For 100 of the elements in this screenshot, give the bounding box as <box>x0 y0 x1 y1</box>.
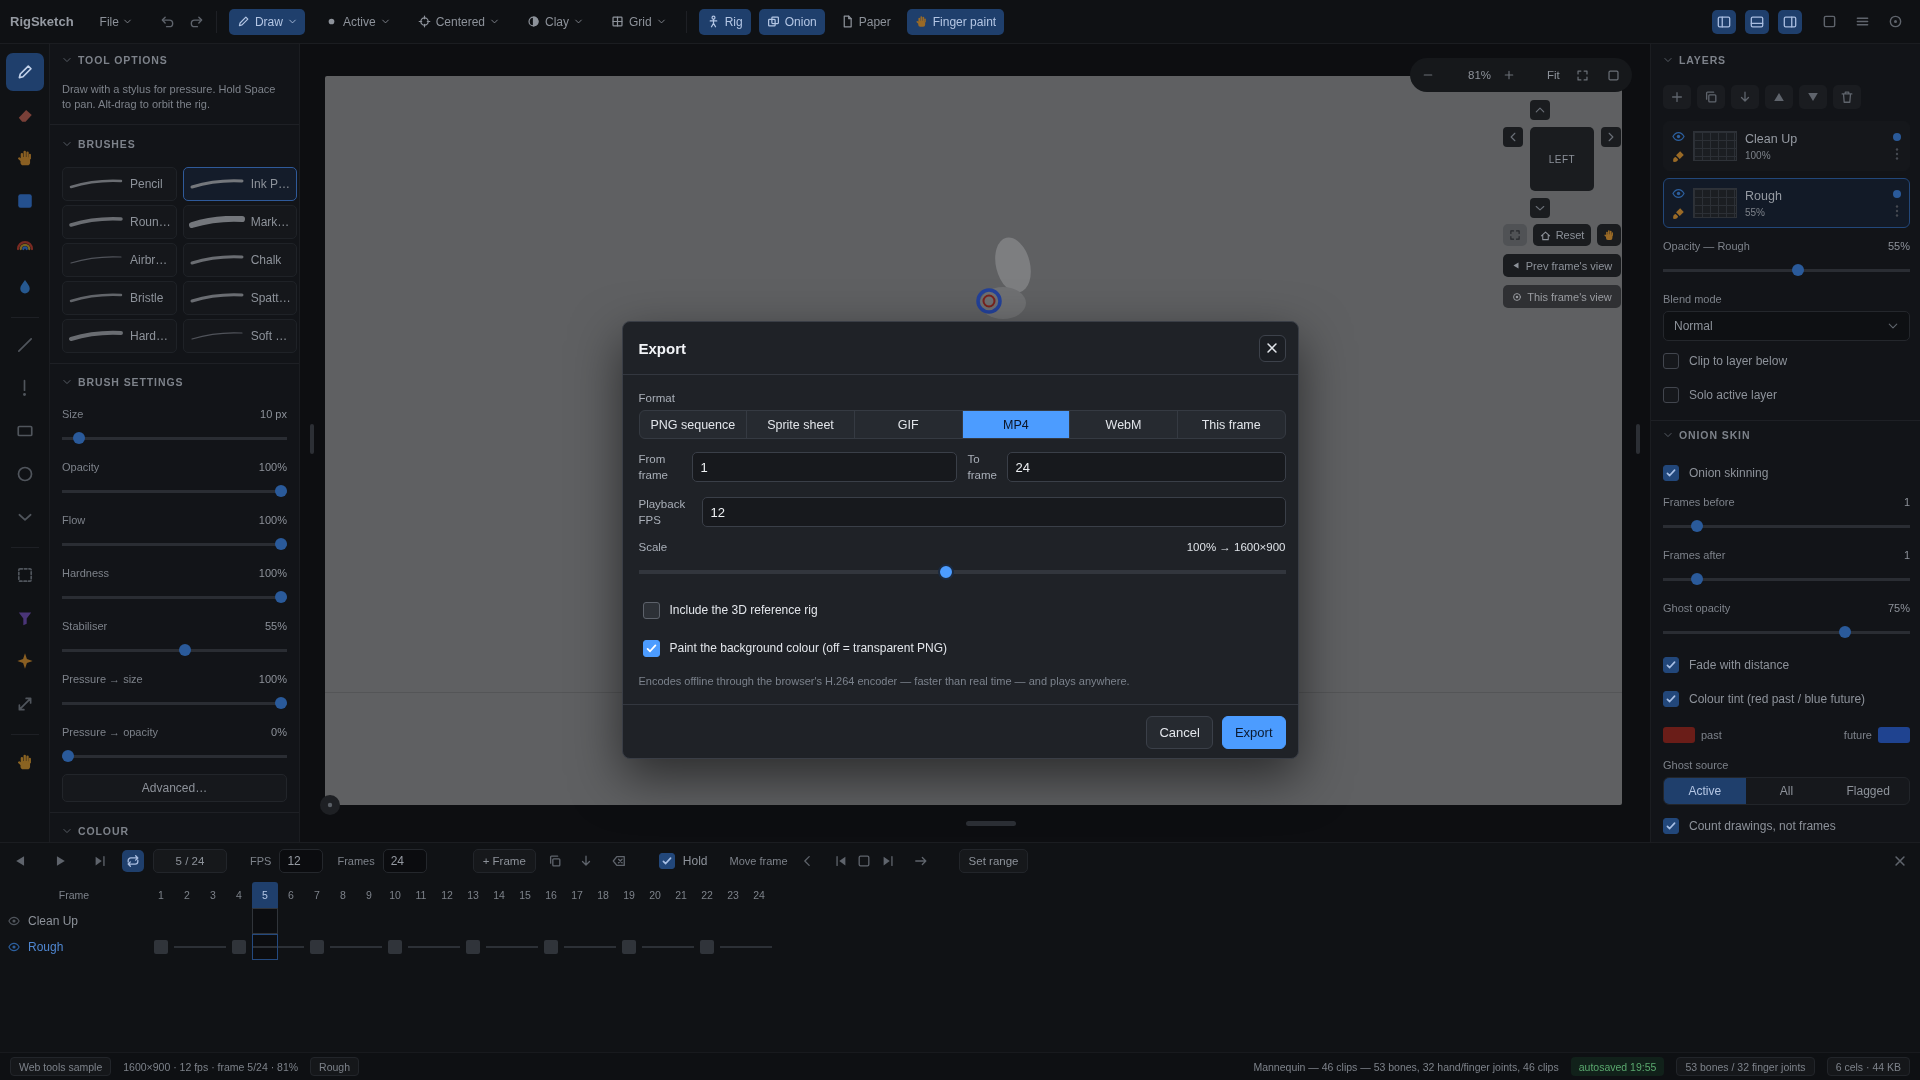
checkbox[interactable] <box>1663 387 1679 403</box>
brush-tile[interactable]: Chalk <box>182 243 297 277</box>
frame-number[interactable]: 6 <box>278 882 304 908</box>
view-button[interactable] <box>1502 224 1527 246</box>
frame-number[interactable]: 4 <box>226 882 252 908</box>
checkbox-label[interactable]: Solo active layer <box>1689 388 1778 402</box>
caret-icon[interactable] <box>1663 55 1673 65</box>
secondary-button[interactable]: Cancel <box>1146 716 1213 749</box>
caret-icon[interactable] <box>62 826 72 836</box>
backspace-icon[interactable] <box>611 854 626 868</box>
brush-tile[interactable]: Airbr… <box>62 243 177 277</box>
view-cube[interactable]: LEFT <box>1530 127 1594 191</box>
tool-button[interactable] <box>5 53 44 91</box>
eye-icon[interactable] <box>8 915 20 927</box>
frame-number[interactable]: 11 <box>408 882 434 908</box>
slider-thumb[interactable] <box>62 750 74 762</box>
brush-tile[interactable]: Bristle <box>62 281 177 315</box>
brush-tile[interactable]: Mark… <box>182 205 297 239</box>
checkbox[interactable] <box>642 639 660 657</box>
checkbox[interactable] <box>1663 657 1679 673</box>
frame-number[interactable]: 5 <box>252 882 278 908</box>
frame-number[interactable]: 9 <box>356 882 382 908</box>
segment-button[interactable]: Flagged <box>1827 778 1909 804</box>
layer-row[interactable]: Rough 55% <box>1663 178 1910 228</box>
colour-swatch[interactable] <box>1663 727 1695 743</box>
frame-number[interactable]: 16 <box>538 882 564 908</box>
view-arrow-button[interactable] <box>1530 198 1550 218</box>
slider-thumb[interactable] <box>179 644 192 656</box>
frame-number[interactable]: 18 <box>590 882 616 908</box>
set-range-button[interactable]: Set range <box>958 849 1029 873</box>
view-button[interactable] <box>1597 224 1622 246</box>
view-arrow-button[interactable] <box>1503 127 1523 147</box>
track-name[interactable]: Clean Up <box>28 914 79 928</box>
colour-swatch[interactable] <box>1878 727 1910 743</box>
caret-icon[interactable] <box>62 377 72 387</box>
format-tab[interactable]: MP4 <box>961 411 1070 438</box>
slider-thumb[interactable] <box>72 432 85 444</box>
loop-button[interactable] <box>122 850 144 872</box>
format-tab[interactable]: This frame <box>1176 411 1285 438</box>
toolbar-dropdown[interactable]: Draw <box>228 8 305 35</box>
toolbar-dropdown[interactable]: Active <box>316 8 398 35</box>
resize-handle[interactable] <box>966 821 1016 826</box>
checkbox-label[interactable]: Hold <box>682 854 708 868</box>
fps-field[interactable]: 12 <box>279 849 324 873</box>
slider-thumb[interactable] <box>1691 520 1704 532</box>
checkbox[interactable] <box>1663 465 1679 481</box>
format-tab[interactable]: PNG sequence <box>639 411 747 438</box>
square-icon[interactable] <box>1822 14 1837 29</box>
layer-toolbar-button[interactable] <box>1765 85 1793 109</box>
arrow-right-icon[interactable] <box>913 854 928 868</box>
panel-toggle-button[interactable] <box>1745 9 1769 34</box>
slider-thumb[interactable] <box>275 485 287 497</box>
frame-number[interactable]: 2 <box>174 882 200 908</box>
layer-toolbar-button[interactable] <box>1697 85 1725 109</box>
close-icon[interactable] <box>1893 854 1907 868</box>
square-icon[interactable] <box>1606 68 1620 82</box>
track-name[interactable]: Rough <box>28 940 64 954</box>
panel-toggle-button[interactable] <box>1712 9 1736 34</box>
frame-number[interactable]: 8 <box>330 882 356 908</box>
checkbox-label[interactable]: Fade with distance <box>1689 658 1790 672</box>
slider-thumb[interactable] <box>275 538 287 550</box>
section-title[interactable]: BRUSH SETTINGS <box>78 376 184 388</box>
caret-icon[interactable] <box>62 55 72 65</box>
checkbox-label[interactable]: Onion skinning <box>1689 466 1769 480</box>
slider-thumb[interactable] <box>1839 626 1852 638</box>
current-frame-cell[interactable] <box>252 908 278 934</box>
fps-field[interactable]: 12 <box>701 497 1286 527</box>
view-arrow-button[interactable] <box>1530 100 1550 120</box>
frame-number[interactable]: 15 <box>512 882 538 908</box>
to-frame-field[interactable]: 24 <box>1006 452 1286 482</box>
view-arrow-button[interactable] <box>1601 127 1621 147</box>
frame-number[interactable]: 10 <box>382 882 408 908</box>
segment-button[interactable]: All <box>1745 778 1828 804</box>
slider-thumb[interactable] <box>1792 264 1805 276</box>
eye-icon[interactable] <box>8 941 20 953</box>
frame-number[interactable]: 7 <box>304 882 330 908</box>
frame-number[interactable]: 24 <box>746 882 772 908</box>
layer-toolbar-button[interactable] <box>1833 85 1861 109</box>
checkbox[interactable] <box>1663 818 1679 834</box>
undo-icon[interactable] <box>159 14 175 29</box>
resize-handle[interactable] <box>1636 424 1640 454</box>
layer-toolbar-button[interactable] <box>1731 85 1759 109</box>
checkbox-label[interactable]: Include the 3D reference rig <box>669 603 818 617</box>
resize-handle[interactable] <box>310 424 314 454</box>
checkbox[interactable] <box>1663 691 1679 707</box>
fit-button[interactable]: Fit <box>1547 69 1560 81</box>
frame-number[interactable]: 13 <box>460 882 486 908</box>
frame-count-field[interactable]: 24 <box>382 849 427 873</box>
frame-number[interactable]: 20 <box>642 882 668 908</box>
frame-number[interactable]: 14 <box>486 882 512 908</box>
frame-number[interactable]: 19 <box>616 882 642 908</box>
frame-number[interactable]: 23 <box>720 882 746 908</box>
file-menu[interactable]: File <box>93 8 138 35</box>
format-tab[interactable]: GIF <box>853 411 962 438</box>
slider-thumb[interactable] <box>275 697 287 709</box>
toggle-button[interactable]: Paper <box>832 8 899 35</box>
frame-number[interactable]: 12 <box>434 882 460 908</box>
eye-icon[interactable] <box>1672 129 1685 143</box>
section-title[interactable]: LAYERS <box>1679 54 1727 66</box>
frame-number[interactable]: 3 <box>200 882 226 908</box>
